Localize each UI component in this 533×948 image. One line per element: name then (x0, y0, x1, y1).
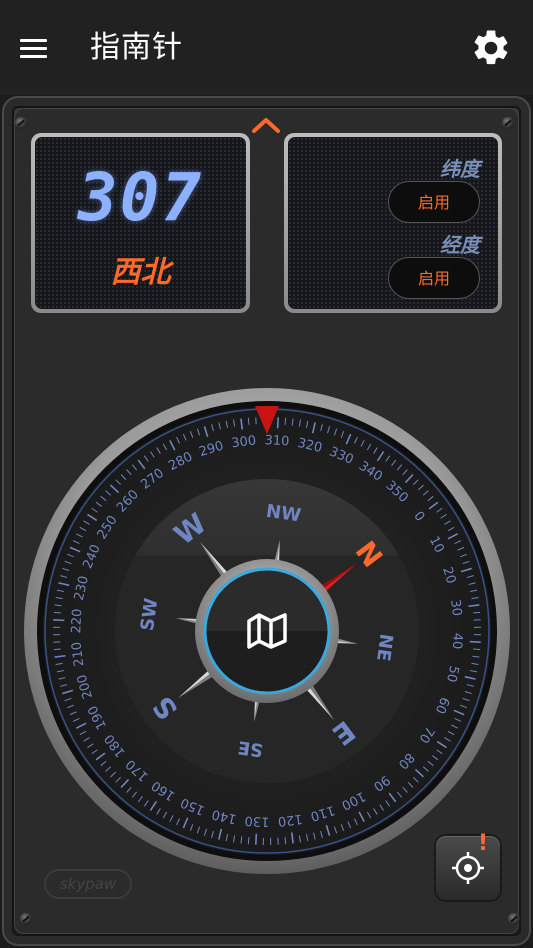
latitude-label: 纬度 (440, 157, 480, 181)
dial-tick (247, 417, 250, 425)
dial-degree-label: 30 (447, 599, 464, 617)
gear-icon[interactable] (470, 27, 512, 69)
dial-tick (284, 837, 287, 845)
coordinates-display: 纬度 启用 经度 启用 (284, 133, 502, 313)
screw-icon (20, 913, 32, 925)
dial-tick (53, 648, 61, 651)
locate-button[interactable] (436, 836, 500, 900)
dial-degree-label: 40 (449, 632, 465, 649)
menu-icon[interactable] (20, 30, 60, 66)
dial-degree-label: 120 (277, 811, 303, 829)
cardinal-label-ne: NE (372, 632, 397, 662)
screw-icon (15, 117, 27, 129)
latitude-enable-button[interactable]: 启用 (388, 181, 480, 223)
dial-degree-label: 130 (244, 813, 270, 829)
dial-tick (53, 611, 61, 614)
heading-display: 307 西北 (31, 133, 250, 313)
heading-degrees: 307 (77, 159, 204, 236)
dial-tick (473, 648, 481, 651)
dial-tick (469, 640, 481, 643)
dial-degree-label: 220 (69, 608, 85, 634)
dial-tick (473, 611, 481, 614)
chevron-up-icon (252, 118, 280, 133)
dial-degree-label: 210 (69, 641, 87, 667)
cardinal-label-se: SE (237, 736, 265, 760)
brand-logo: skypaw (44, 869, 132, 899)
longitude-enable-button[interactable]: 启用 (388, 257, 480, 299)
dial-tick (247, 837, 250, 845)
dial-tick (276, 417, 279, 429)
dial-tick (53, 619, 65, 622)
page-title: 指南针 (90, 30, 183, 65)
map-button[interactable] (205, 569, 329, 693)
longitude-label: 经度 (440, 233, 480, 257)
dial-degree-label: 300 (231, 433, 257, 451)
screw-icon (508, 913, 520, 925)
heading-direction: 西北 (110, 255, 171, 290)
app-bar: 指南针 (0, 0, 533, 95)
dial-degree-label: 310 (264, 433, 290, 449)
screw-icon (502, 117, 514, 129)
alert-icon: ! (478, 831, 489, 856)
dial-tick (255, 833, 258, 845)
dial-tick (284, 417, 287, 425)
